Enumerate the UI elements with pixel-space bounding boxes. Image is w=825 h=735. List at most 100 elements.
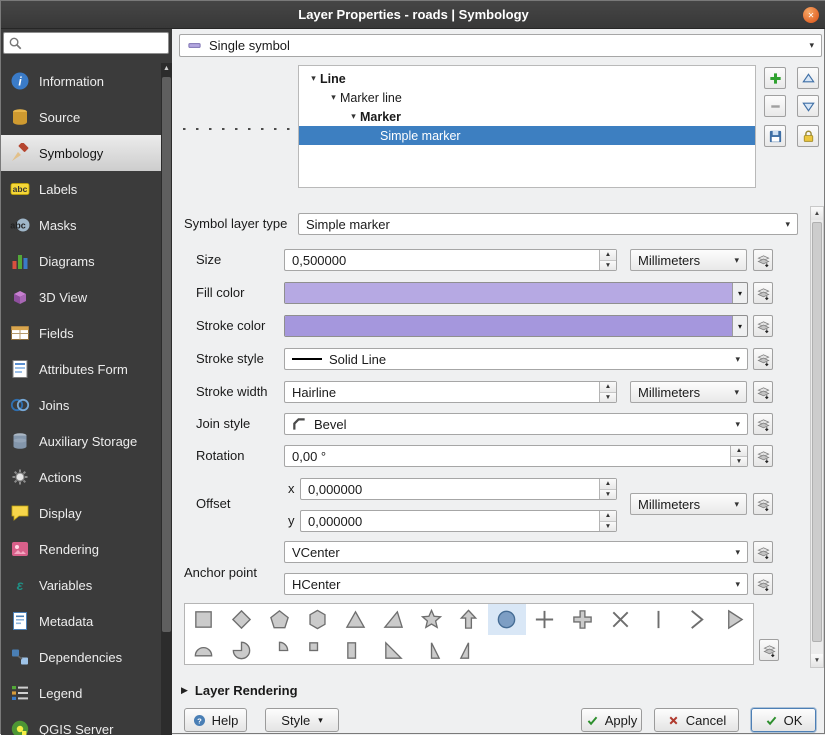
shape-quarter-circle[interactable] [261, 635, 299, 665]
anchor-vertical-combo[interactable]: VCenter ▾ [284, 541, 748, 563]
add-symbol-layer-button[interactable] [764, 67, 786, 89]
scrollbar-thumb[interactable] [162, 77, 171, 632]
shape-circle[interactable] [488, 604, 526, 635]
shape-line[interactable] [639, 604, 677, 635]
shape-quarter-square[interactable] [299, 635, 337, 665]
sidebar-search[interactable] [3, 32, 169, 54]
symbol-tree[interactable]: ▾Line▾Marker line▾MarkerSimple marker [298, 65, 756, 188]
shape-third-circle[interactable] [223, 635, 261, 665]
anchor-vertical-data-defined-button[interactable] [753, 541, 773, 563]
move-up-button[interactable] [797, 67, 819, 89]
tree-item-marker[interactable]: ▾Marker [299, 107, 755, 126]
sidebar-item-3d-view[interactable]: 3D View [1, 279, 172, 315]
shape-cross-fill[interactable] [564, 604, 602, 635]
shape-left-half-triangle[interactable] [450, 635, 488, 665]
sidebar-item-labels[interactable]: abcLabels [1, 171, 172, 207]
sidebar-item-joins[interactable]: Joins [1, 387, 172, 423]
shape-diagonal-half-square[interactable] [374, 635, 412, 665]
offset-x-input[interactable]: 0,000000 ▲▼ [300, 478, 617, 500]
move-down-button[interactable] [797, 95, 819, 117]
sidebar-item-masks[interactable]: abcMasks [1, 207, 172, 243]
stroke-color-data-defined-button[interactable] [753, 315, 773, 337]
sidebar-item-dependencies[interactable]: Dependencies [1, 639, 172, 675]
shape-semi-circle[interactable] [185, 635, 223, 665]
sidebar-item-display[interactable]: Display [1, 495, 172, 531]
offset-data-defined-button[interactable] [753, 493, 773, 515]
lock-color-button[interactable] [797, 125, 819, 147]
shape-cross[interactable] [526, 604, 564, 635]
shape-pentagon[interactable] [261, 604, 299, 635]
sidebar-scrollbar[interactable]: ▲ [161, 63, 172, 735]
remove-symbol-layer-button[interactable] [764, 95, 786, 117]
ok-button[interactable]: OK [751, 708, 816, 732]
rotation-spinner[interactable]: ▲▼ [730, 446, 747, 466]
help-button[interactable]: ? Help [184, 708, 247, 732]
scroll-up-icon[interactable]: ▲ [811, 207, 823, 220]
scrollbar-thumb[interactable] [812, 222, 822, 642]
offset-y-spinner[interactable]: ▲▼ [599, 511, 616, 531]
scroll-down-icon[interactable]: ▼ [811, 654, 823, 667]
offset-x-spinner[interactable]: ▲▼ [599, 479, 616, 499]
apply-button[interactable]: Apply [581, 708, 642, 732]
stroke-width-unit-combo[interactable]: Millimeters ▾ [630, 381, 747, 403]
properties-scrollbar[interactable]: ▲ ▼ [810, 206, 824, 668]
size-input[interactable]: 0,500000 ▲▼ [284, 249, 617, 271]
chevron-down-icon[interactable]: ▾ [732, 283, 747, 303]
stroke-width-spinner[interactable]: ▲▼ [599, 382, 616, 402]
sidebar-item-variables[interactable]: εVariables [1, 567, 172, 603]
sidebar-item-rendering[interactable]: Rendering [1, 531, 172, 567]
sidebar-item-legend[interactable]: Legend [1, 675, 172, 711]
size-unit-combo[interactable]: Millimeters ▾ [630, 249, 747, 271]
sidebar-item-symbology[interactable]: Symbology [1, 135, 172, 171]
stroke-style-data-defined-button[interactable] [753, 348, 773, 370]
sidebar-item-qgis-server[interactable]: QGIS Server [1, 711, 172, 735]
expander-icon[interactable]: ▾ [307, 73, 320, 84]
stroke-style-combo[interactable]: Solid Line ▾ [284, 348, 748, 370]
sidebar-item-information[interactable]: iInformation [1, 63, 172, 99]
shape-hexagon[interactable] [299, 604, 337, 635]
style-button[interactable]: Style ▾ [265, 708, 339, 732]
join-style-combo[interactable]: Bevel ▾ [284, 413, 748, 435]
sidebar-item-metadata[interactable]: Metadata [1, 603, 172, 639]
renderer-combo[interactable]: Single symbol ▾ [179, 34, 822, 57]
shape-equilateral-triangle[interactable] [374, 604, 412, 635]
save-symbol-button[interactable] [764, 125, 786, 147]
shape-cross2[interactable] [602, 604, 640, 635]
titlebar[interactable]: Layer Properties - roads | Symbology ✕ [1, 1, 825, 29]
sidebar-item-source[interactable]: Source [1, 99, 172, 135]
sidebar-item-attributes-form[interactable]: Attributes Form [1, 351, 172, 387]
close-button[interactable]: ✕ [803, 7, 819, 23]
offset-unit-combo[interactable]: Millimeters ▾ [630, 493, 747, 515]
tree-item-marker-line[interactable]: ▾Marker line [299, 88, 755, 107]
fill-color-data-defined-button[interactable] [753, 282, 773, 304]
fill-color-button[interactable]: ▾ [284, 282, 748, 304]
shape-diamond[interactable] [223, 604, 261, 635]
shape-gallery[interactable] [184, 603, 754, 665]
tree-item-simple-marker[interactable]: Simple marker [299, 126, 755, 145]
shape-arrowhead[interactable] [677, 604, 715, 635]
shape-star[interactable] [412, 604, 450, 635]
shape-filled-arrowhead[interactable] [715, 604, 753, 635]
sidebar-item-fields[interactable]: Fields [1, 315, 172, 351]
sidebar-item-auxiliary-storage[interactable]: Auxiliary Storage [1, 423, 172, 459]
tree-item-line[interactable]: ▾Line [299, 69, 755, 88]
expander-icon[interactable]: ▾ [327, 92, 340, 103]
shape-data-defined-button[interactable] [759, 639, 779, 661]
search-input[interactable] [27, 36, 164, 50]
cancel-button[interactable]: Cancel [654, 708, 739, 732]
expander-icon[interactable]: ▾ [347, 111, 360, 122]
size-data-defined-button[interactable] [753, 249, 773, 271]
size-spinner[interactable]: ▲▼ [599, 250, 616, 270]
sidebar-item-diagrams[interactable]: Diagrams [1, 243, 172, 279]
join-style-data-defined-button[interactable] [753, 413, 773, 435]
sidebar-item-actions[interactable]: Actions [1, 459, 172, 495]
stroke-width-input[interactable]: Hairline ▲▼ [284, 381, 617, 403]
shape-right-half-triangle[interactable] [412, 635, 450, 665]
anchor-horizontal-combo[interactable]: HCenter ▾ [284, 573, 748, 595]
rotation-data-defined-button[interactable] [753, 445, 773, 467]
shape-arrow[interactable] [450, 604, 488, 635]
layer-rendering-section[interactable]: ▶ Layer Rendering [181, 683, 298, 698]
shape-square[interactable] [185, 604, 223, 635]
offset-y-input[interactable]: 0,000000 ▲▼ [300, 510, 617, 532]
stroke-width-data-defined-button[interactable] [753, 381, 773, 403]
